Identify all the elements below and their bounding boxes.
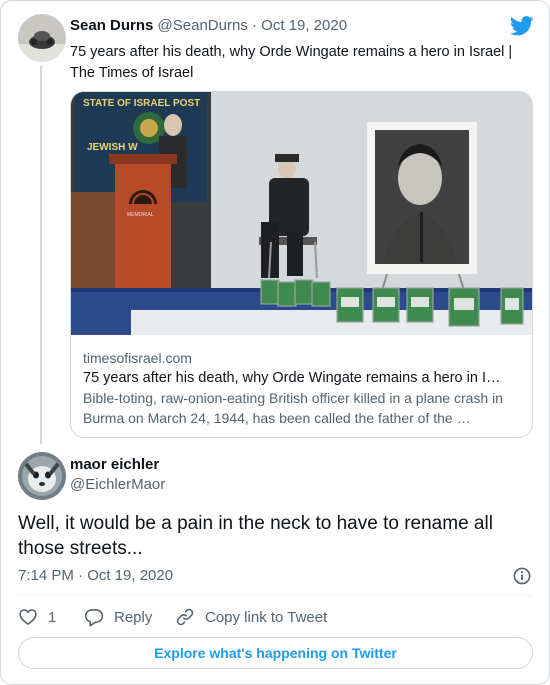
twitter-bird-icon[interactable] bbox=[509, 15, 534, 37]
embedded-tweet-card: Sean Durns @SeanDurns · Oct 19, 2020 75 … bbox=[0, 0, 550, 685]
parent-tweet-header: Sean Durns @SeanDurns · Oct 19, 2020 bbox=[70, 17, 347, 34]
parent-tweet-text: 75 years after his death, why Orde Winga… bbox=[70, 44, 513, 81]
podium-text: MEMORIAL bbox=[127, 212, 154, 218]
parent-author-avatar[interactable] bbox=[18, 14, 66, 62]
link-description: Bible-toting, raw-onion-eating British o… bbox=[83, 390, 503, 426]
copy-link-label: Copy link to Tweet bbox=[205, 608, 328, 626]
link-icon bbox=[175, 607, 195, 627]
parent-author-name[interactable]: Sean Durns bbox=[70, 17, 153, 34]
link-preview-card[interactable]: STATE OF ISRAEL POST JEWISH W MEMORIAL t… bbox=[70, 91, 533, 438]
heart-icon bbox=[18, 607, 38, 627]
reply-timestamp[interactable]: 7:14 PM · Oct 19, 2020 bbox=[18, 567, 173, 584]
tweet-actions: 1 Reply Copy link to Tweet bbox=[18, 606, 533, 628]
parent-tweet-date[interactable]: Oct 19, 2020 bbox=[261, 17, 347, 34]
explore-twitter-button[interactable]: Explore what's happening on Twitter bbox=[18, 637, 533, 669]
banner-text-2: JEWISH W bbox=[87, 142, 138, 153]
link-preview-image: STATE OF ISRAEL POST JEWISH W MEMORIAL bbox=[71, 92, 532, 335]
banner-text: STATE OF ISRAEL POST bbox=[83, 98, 200, 109]
copy-link-button[interactable]: Copy link to Tweet bbox=[175, 606, 327, 628]
reply-author-avatar[interactable] bbox=[18, 452, 66, 500]
action-divider bbox=[18, 595, 533, 596]
link-title: 75 years after his death, why Orde Winga… bbox=[83, 370, 501, 386]
link-domain: timesofisrael.com bbox=[83, 350, 192, 366]
reply-label: Reply bbox=[114, 608, 153, 626]
like-button[interactable]: 1 bbox=[18, 606, 56, 628]
reply-author-handle[interactable]: @EichlerMaor bbox=[70, 476, 165, 493]
info-icon[interactable] bbox=[513, 567, 531, 585]
like-count: 1 bbox=[48, 608, 57, 626]
reply-tweet-text: Well, it would be a pain in the neck to … bbox=[18, 513, 493, 559]
parent-author-handle[interactable]: @SeanDurns bbox=[158, 17, 248, 34]
reply-bubble-icon bbox=[84, 607, 104, 627]
reply-button[interactable]: Reply bbox=[84, 606, 152, 628]
thread-connector-line bbox=[40, 66, 42, 444]
link-preview-meta: timesofisrael.com 75 years after his dea… bbox=[83, 348, 523, 428]
header-separator: · bbox=[251, 17, 257, 34]
reply-author-name[interactable]: maor eichler bbox=[70, 456, 159, 473]
